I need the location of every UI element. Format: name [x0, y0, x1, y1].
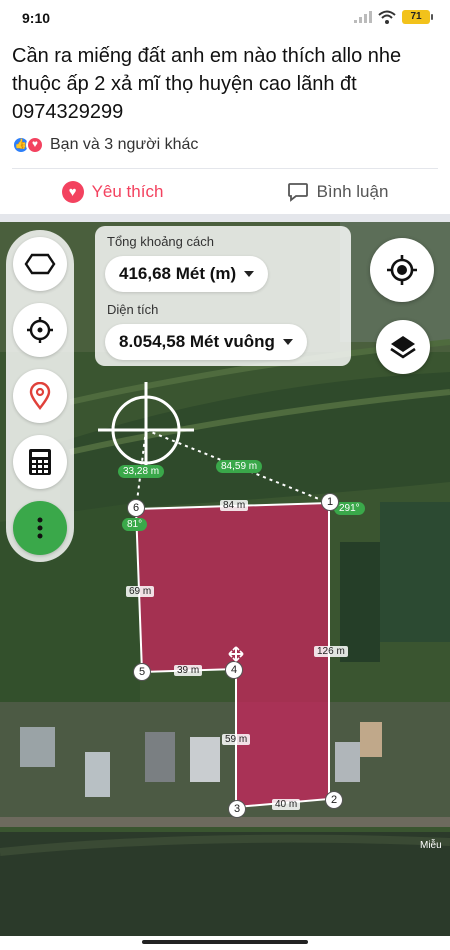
battery-indicator: 71 — [402, 10, 433, 24]
layers-icon — [390, 336, 416, 359]
status-icons: 71 — [354, 10, 433, 24]
comment-button[interactable]: Bình luận — [225, 170, 450, 214]
area-unit-dropdown[interactable]: 8.054,58 Mét vuông — [105, 324, 307, 360]
calculator-icon — [29, 449, 51, 475]
marker-tool-button[interactable] — [13, 369, 67, 423]
chevron-down-icon — [244, 271, 255, 277]
chevron-down-icon — [282, 339, 293, 345]
polygon-icon — [24, 253, 56, 275]
wifi-icon — [378, 10, 396, 24]
area-label: Diện tích — [107, 302, 159, 317]
map-view[interactable]: 33,28 m 84,59 m 84 m 69 m 39 m 126 m 59 … — [0, 222, 450, 936]
separator-bar — [0, 214, 450, 222]
edge-length: 39 m — [174, 665, 203, 676]
vertex-1[interactable]: 1 — [321, 493, 339, 511]
move-icon[interactable] — [228, 646, 244, 662]
distance-tag: 84,59 m — [216, 460, 263, 473]
like-button[interactable]: ♥ Yêu thích — [0, 170, 225, 214]
like-label: Yêu thích — [91, 182, 164, 201]
crosshair-icon — [27, 317, 53, 343]
post-actions: ♥ Yêu thích Bình luận — [0, 170, 450, 214]
vertex-4[interactable]: 4 — [225, 661, 243, 679]
point-tool-button[interactable] — [13, 303, 67, 357]
comment-icon — [287, 183, 308, 202]
edge-length: 40 m — [272, 799, 301, 810]
edge-length: 84 m — [220, 500, 249, 511]
more-options-button[interactable] — [13, 501, 67, 555]
reactions-summary[interactable]: 👍 ♥ Bạn và 3 người khác — [12, 136, 198, 154]
distance-unit-dropdown[interactable]: 416,68 Mét (m) — [105, 256, 269, 292]
area-value: 8.054,58 Mét vuông — [119, 332, 275, 351]
more-vertical-icon — [37, 517, 43, 539]
measurement-panel: Tổng khoảng cách 416,68 Mét (m) Diện tíc… — [95, 226, 351, 366]
distance-tag: 33,28 m — [118, 465, 165, 478]
status-bar: 9:10 71 — [0, 0, 450, 36]
divider — [12, 168, 438, 169]
edge-length: 69 m — [126, 586, 155, 597]
heart-icon: ♥ — [61, 181, 84, 203]
signal-icon — [354, 11, 372, 23]
map-layers-button[interactable] — [376, 320, 430, 374]
clock: 9:10 — [22, 10, 51, 26]
reaction-icons: 👍 ♥ — [12, 136, 44, 154]
place-label: Miễu — [420, 840, 442, 851]
polygon-tool-button[interactable] — [13, 237, 67, 291]
calculator-button[interactable] — [13, 435, 67, 489]
tool-panel — [6, 230, 74, 562]
vertex-2[interactable]: 2 — [325, 791, 343, 809]
gps-locate-icon — [387, 255, 417, 285]
post-text: Cần ra miếng đất anh em nào thích allo n… — [12, 45, 402, 123]
distance-value: 416,68 Mét (m) — [119, 264, 237, 283]
love-icon: ♥ — [26, 136, 44, 154]
vertex-6[interactable]: 6 — [127, 499, 145, 517]
edge-length: 59 m — [222, 734, 251, 745]
angle-tag: 81° — [122, 518, 148, 531]
home-indicator[interactable] — [142, 940, 308, 944]
comment-label: Bình luận — [316, 182, 389, 201]
my-location-button[interactable] — [370, 238, 434, 302]
crosshair-target[interactable] — [98, 382, 194, 478]
vertex-3[interactable]: 3 — [228, 800, 246, 818]
edge-length: 126 m — [314, 646, 348, 657]
distance-label: Tổng khoảng cách — [107, 234, 214, 249]
vertex-5[interactable]: 5 — [133, 663, 151, 681]
location-pin-icon — [29, 382, 51, 410]
reactions-text: Bạn và 3 người khác — [50, 136, 199, 153]
